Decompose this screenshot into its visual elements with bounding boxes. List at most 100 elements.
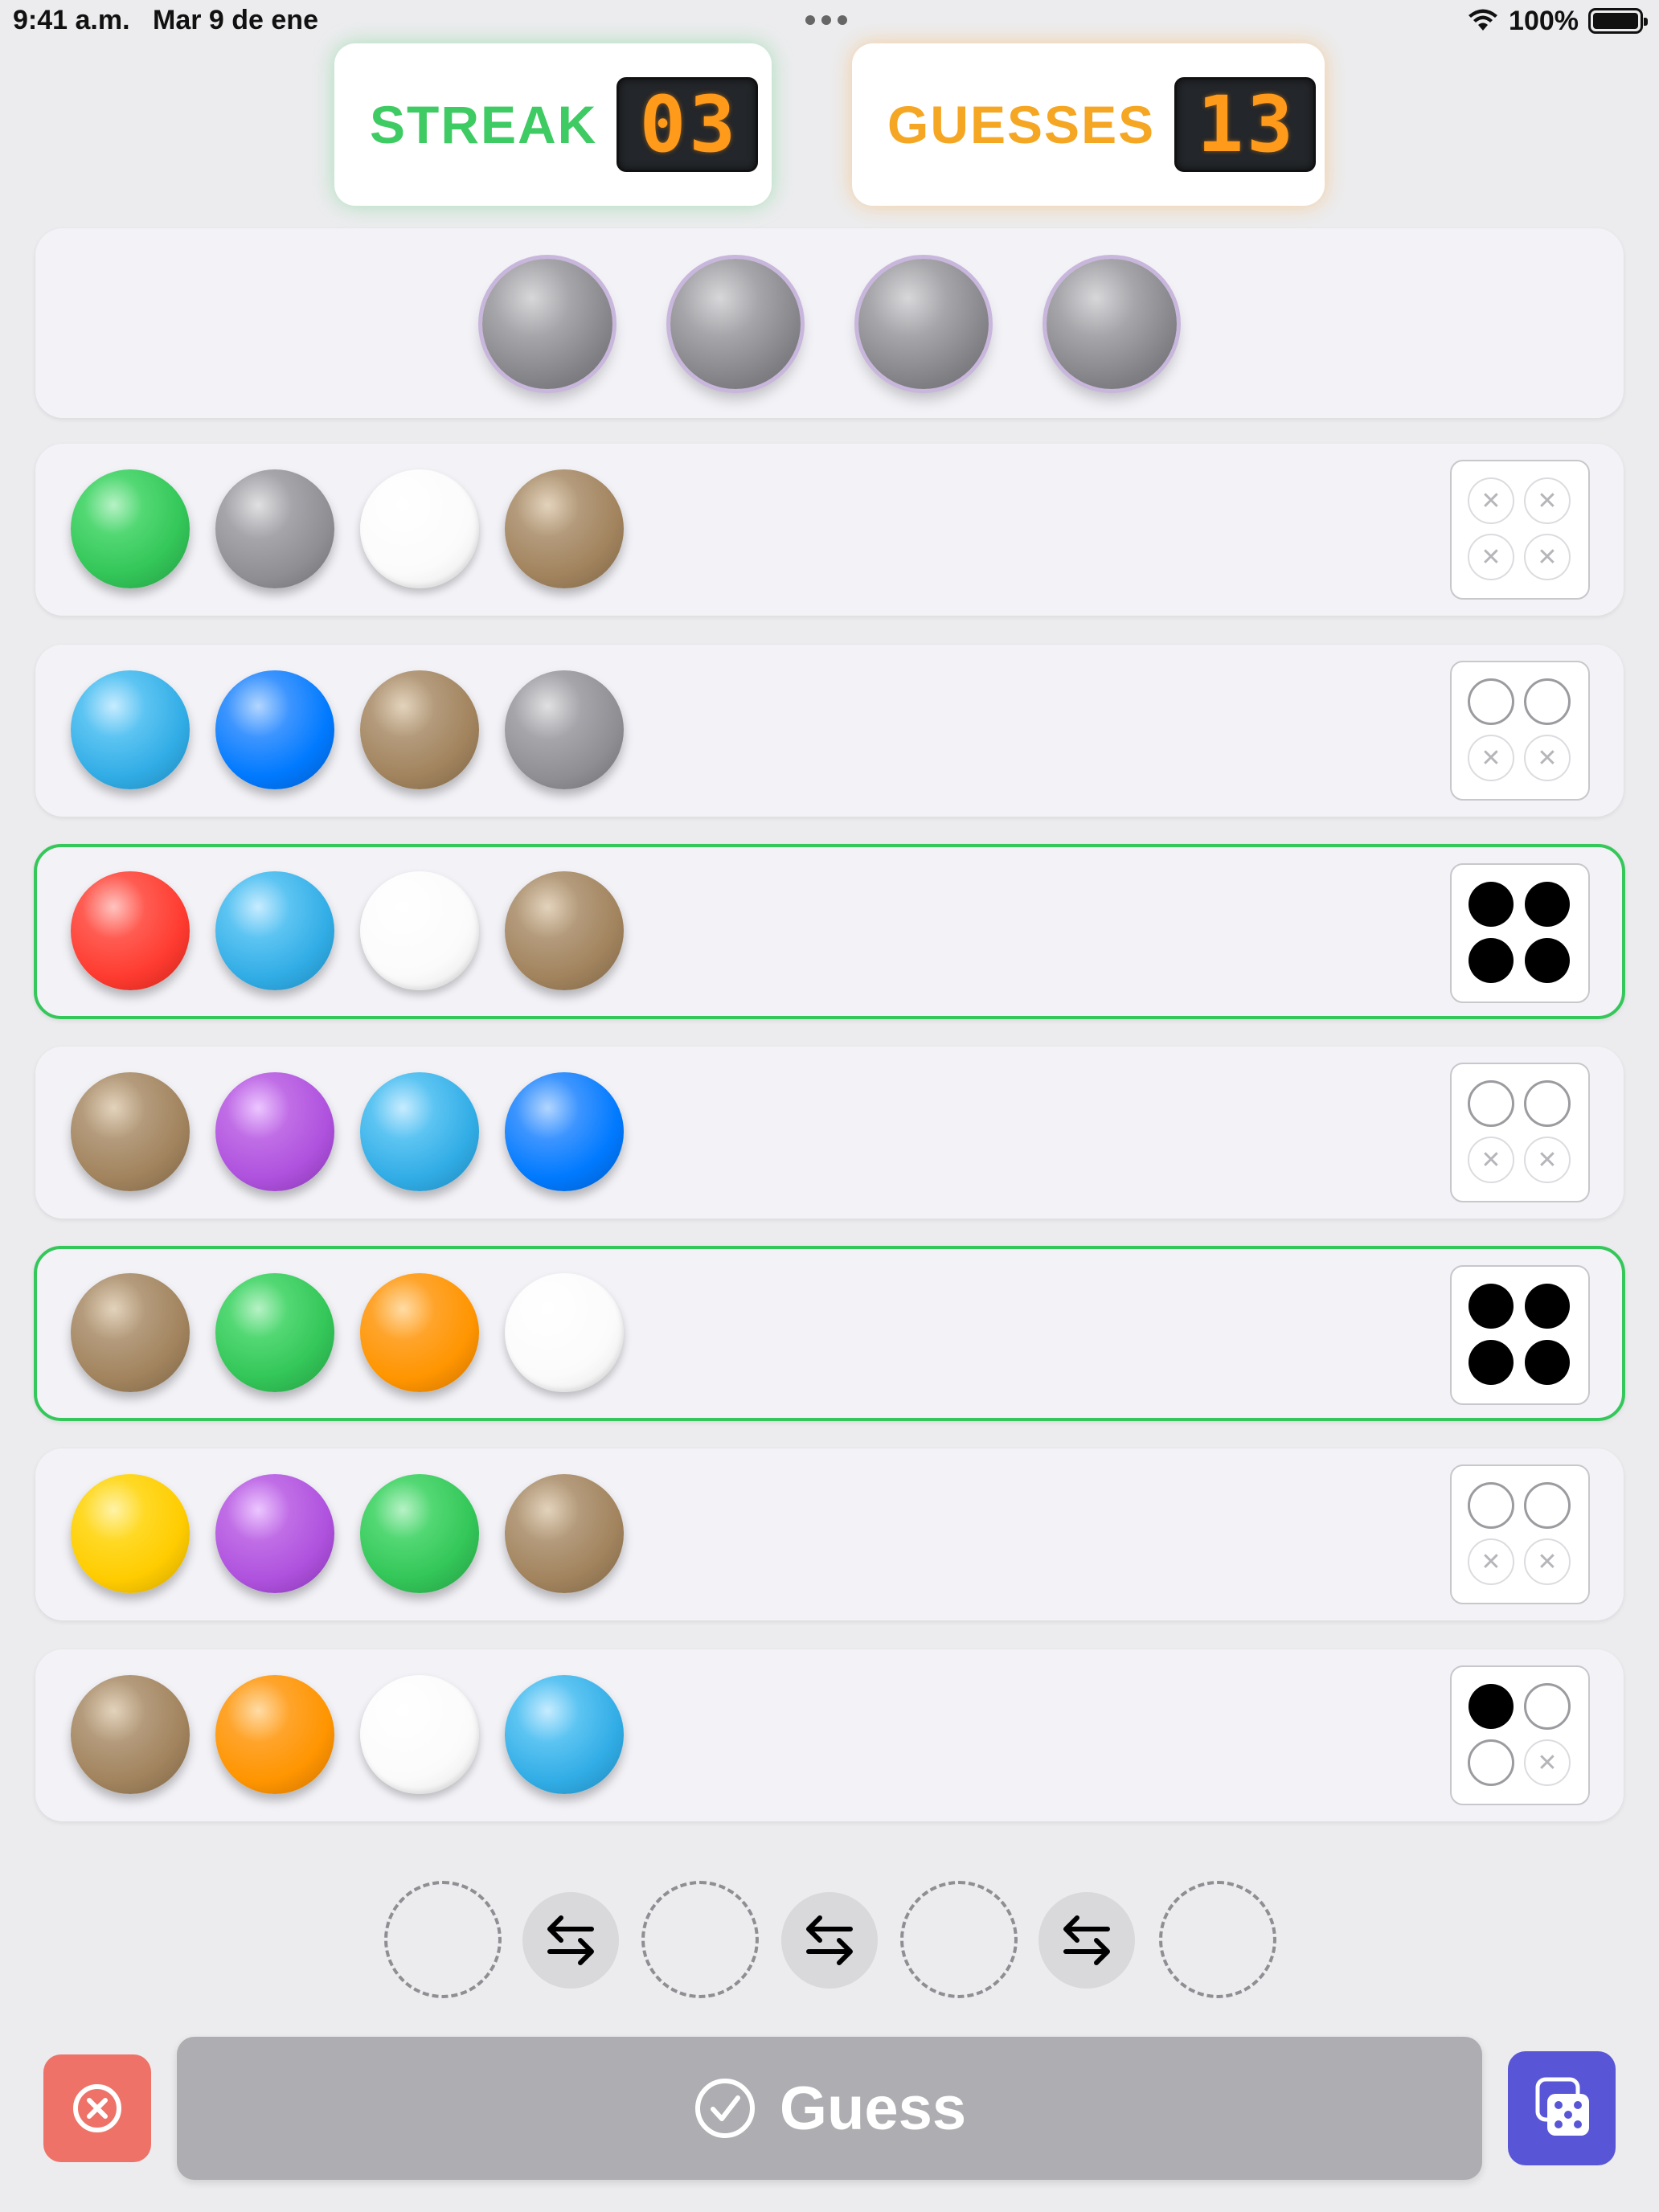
white-peg (360, 871, 479, 990)
green-peg (71, 469, 190, 588)
swap-button[interactable] (1038, 1892, 1135, 1989)
exact-match-dot (1525, 1284, 1570, 1329)
guesses-label: GUESSES (887, 95, 1156, 154)
purple-peg (215, 1474, 334, 1593)
orange-peg (215, 1675, 334, 1794)
battery-icon (1588, 8, 1648, 34)
guesses-counter: 1 3 (1174, 77, 1317, 172)
feedback-grid: ✕ ✕ (1450, 1464, 1590, 1604)
partial-match-dot (1468, 1482, 1514, 1529)
blue-peg (215, 670, 334, 789)
exact-match-dot (1469, 1684, 1514, 1729)
hidden-peg (1047, 259, 1177, 389)
dice-icon (1535, 2077, 1589, 2136)
red-peg (71, 871, 190, 990)
no-match-icon: ✕ (1468, 735, 1514, 781)
exact-match-dot (1469, 1340, 1514, 1385)
guesses-digit: 1 (1197, 80, 1244, 170)
no-match-icon: ✕ (1524, 1137, 1571, 1183)
white-peg (360, 1675, 479, 1794)
no-match-icon: ✕ (1524, 534, 1571, 580)
partial-match-dot (1524, 1683, 1571, 1730)
white-peg (505, 1273, 624, 1392)
feedback-grid: ✕ ✕ (1450, 661, 1590, 801)
guesses-digit: 3 (1247, 80, 1293, 170)
feedback-grid: ✕ ✕ (1450, 1063, 1590, 1202)
feedback-grid: ✕ ✕ ✕ ✕ (1450, 460, 1590, 600)
guess-row-correct (34, 844, 1625, 1019)
hidden-peg (858, 259, 989, 389)
swap-button[interactable] (781, 1892, 878, 1989)
brown-peg (360, 670, 479, 789)
blue-peg (505, 1072, 624, 1191)
exact-match-dot (1469, 938, 1514, 983)
arrow-left-right-icon (806, 1915, 853, 1965)
guesses-card: GUESSES 1 3 (852, 43, 1325, 206)
streak-card: STREAK 0 3 (334, 43, 772, 206)
guess-row: ✕ (35, 1649, 1624, 1821)
no-match-icon: ✕ (1524, 1538, 1571, 1585)
green-peg (360, 1474, 479, 1593)
secret-code-panel (35, 228, 1624, 418)
purple-peg (215, 1072, 334, 1191)
partial-match-dot (1524, 1482, 1571, 1529)
streak-label: STREAK (370, 95, 598, 154)
cyan-peg (215, 871, 334, 990)
partial-match-dot (1524, 1080, 1571, 1127)
guess-row: ✕ ✕ (35, 645, 1624, 817)
brown-peg (71, 1072, 190, 1191)
exact-match-dot (1525, 938, 1570, 983)
arrow-left-right-icon (1063, 1915, 1110, 1965)
input-slot-4[interactable] (1159, 1881, 1276, 1998)
brown-peg (71, 1675, 190, 1794)
guess-button-label: Guess (779, 2074, 967, 2143)
no-match-icon: ✕ (1524, 477, 1571, 524)
feedback-grid (1450, 1265, 1590, 1405)
no-match-icon: ✕ (1468, 1137, 1514, 1183)
brown-peg (505, 871, 624, 990)
exact-match-dot (1469, 882, 1514, 927)
status-bar: 9:41 a.m. Mar 9 de ene 100% (0, 0, 1659, 43)
brown-peg (71, 1273, 190, 1392)
gray-peg (505, 670, 624, 789)
random-code-button[interactable] (1508, 2051, 1616, 2165)
cyan-peg (505, 1675, 624, 1794)
status-time: 9:41 a.m. (13, 5, 130, 35)
exact-match-dot (1525, 882, 1570, 927)
orange-peg (360, 1273, 479, 1392)
hidden-peg (482, 259, 612, 389)
multitasking-dots-icon[interactable] (805, 14, 854, 26)
exact-match-dot (1525, 1340, 1570, 1385)
no-match-icon: ✕ (1468, 477, 1514, 524)
brown-peg (505, 469, 624, 588)
no-match-icon: ✕ (1524, 735, 1571, 781)
hidden-peg (670, 259, 801, 389)
guess-row-correct (34, 1246, 1625, 1421)
guess-row: ✕ ✕ (35, 1047, 1624, 1219)
checkmark-circle-icon (694, 2079, 755, 2138)
status-date: Mar 9 de ene (153, 5, 318, 35)
input-slot-3[interactable] (900, 1881, 1018, 1998)
white-peg (360, 469, 479, 588)
streak-digit: 0 (639, 80, 686, 170)
cyan-peg (71, 670, 190, 789)
no-match-icon: ✕ (1524, 1739, 1571, 1786)
partial-match-dot (1468, 678, 1514, 725)
streak-digit: 3 (689, 80, 736, 170)
green-peg (215, 1273, 334, 1392)
partial-match-dot (1524, 678, 1571, 725)
guess-row: ✕ ✕ ✕ ✕ (35, 444, 1624, 616)
xmark-circle-icon (73, 2084, 121, 2132)
no-match-icon: ✕ (1468, 1538, 1514, 1585)
gray-peg (215, 469, 334, 588)
arrow-left-right-icon (547, 1915, 594, 1965)
swap-button[interactable] (522, 1892, 619, 1989)
input-slot-2[interactable] (641, 1881, 759, 1998)
input-slot-1[interactable] (384, 1881, 502, 1998)
guess-button[interactable]: Guess (177, 2037, 1482, 2180)
guess-row: ✕ ✕ (35, 1448, 1624, 1620)
clear-button[interactable] (43, 2054, 151, 2162)
brown-peg (505, 1474, 624, 1593)
status-indicators: 100% (1467, 5, 1648, 37)
partial-match-dot (1468, 1080, 1514, 1127)
